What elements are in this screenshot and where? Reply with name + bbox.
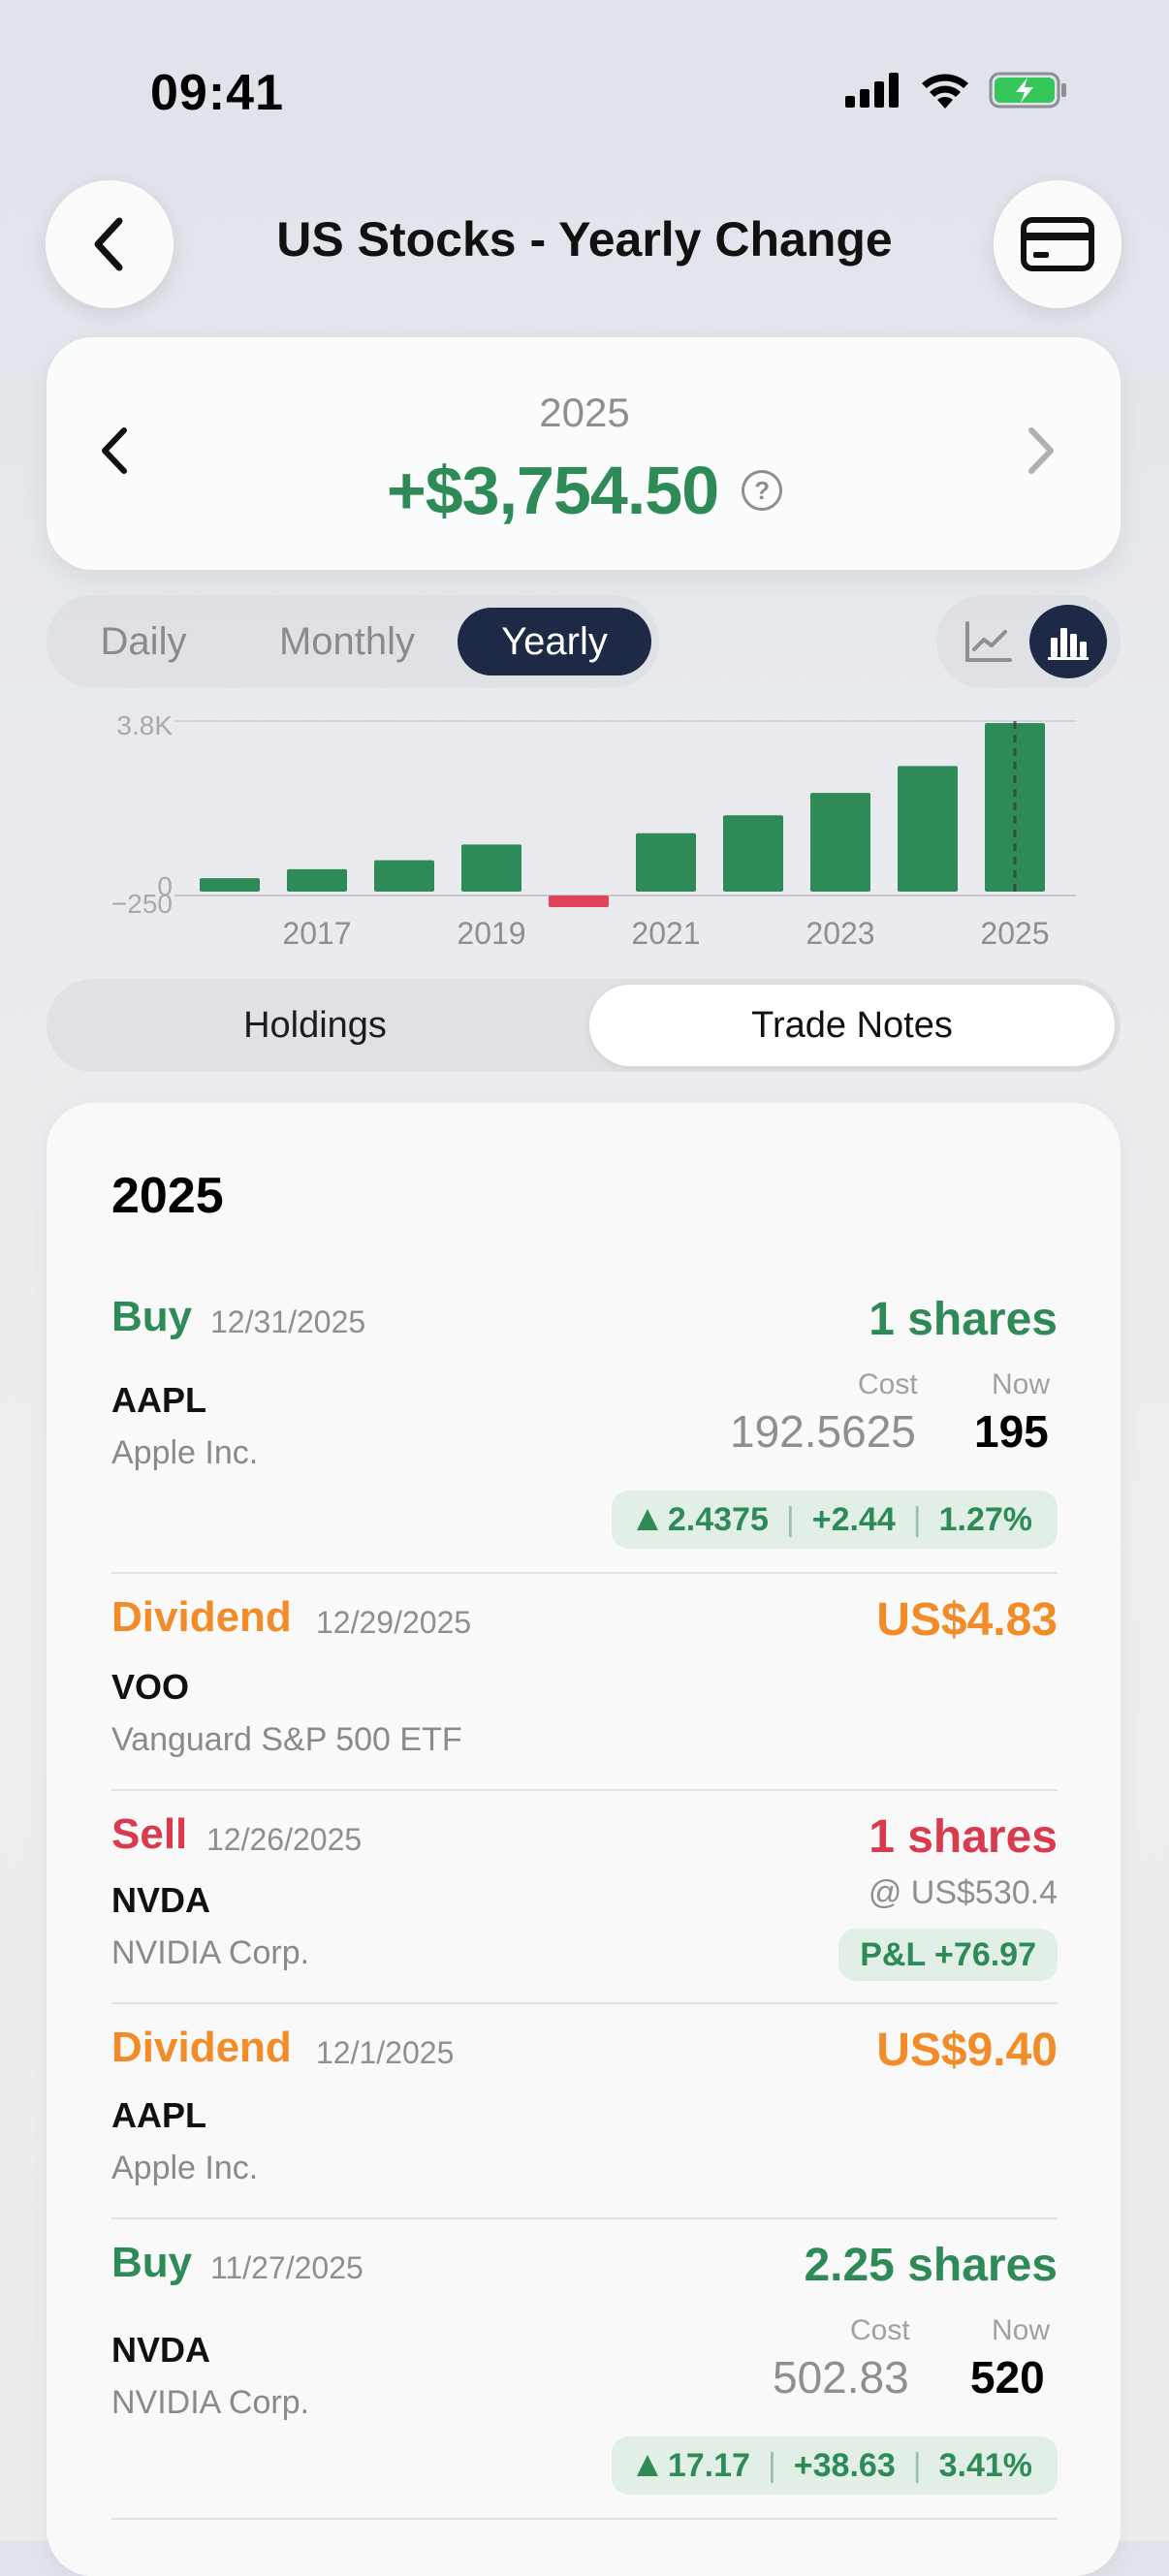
divider bbox=[111, 2217, 1058, 2219]
card-button[interactable] bbox=[994, 180, 1122, 308]
ticker: NVDA bbox=[111, 1880, 211, 1920]
divider bbox=[111, 1789, 1058, 1791]
cost-value: 192.5625 bbox=[730, 1406, 916, 1457]
ticker: AAPL bbox=[111, 2095, 206, 2135]
company-name: Vanguard S&P 500 ETF bbox=[111, 1721, 462, 1758]
change-pill: 17.17 | +38.63 | 3.41% bbox=[611, 2436, 1058, 2495]
transaction-type: Dividend bbox=[111, 2024, 292, 2071]
tab-monthly[interactable]: Monthly bbox=[250, 595, 444, 688]
company-name: NVIDIA Corp. bbox=[111, 1934, 310, 1971]
y-tick-label: −250 bbox=[111, 889, 173, 919]
pnl-change: +2.44 bbox=[811, 1500, 896, 1538]
list-item[interactable]: Buy 12/31/2025 AAPL Apple Inc. 1 shares … bbox=[111, 1293, 1058, 1555]
tab-trade-notes[interactable]: Trade Notes bbox=[589, 985, 1115, 1066]
ticker: VOO bbox=[111, 1667, 190, 1707]
bar-2018 bbox=[374, 860, 434, 892]
tab-yearly[interactable]: Yearly bbox=[458, 608, 651, 675]
line-chart-toggle[interactable] bbox=[962, 616, 1016, 667]
change-pill: 2.4375 | +2.44 | 1.27% bbox=[611, 1491, 1058, 1549]
company-name: Apple Inc. bbox=[111, 2150, 259, 2186]
divider bbox=[111, 1572, 1058, 1574]
now-label: Now bbox=[992, 2314, 1051, 2346]
transaction-type: Buy bbox=[111, 1293, 193, 1340]
period-selector: Daily Monthly Yearly bbox=[47, 595, 659, 688]
bar-2023 bbox=[810, 793, 870, 892]
bar-2024 bbox=[898, 766, 958, 892]
summary-amount: +$3,754.50 bbox=[386, 453, 719, 528]
list-item[interactable]: Sell 12/26/2025 NVDA NVIDIA Corp. 1 shar… bbox=[111, 1810, 1058, 1985]
tab-holdings[interactable]: Holdings bbox=[47, 979, 584, 1072]
list-item[interactable]: Dividend 12/1/2025 AAPL Apple Inc. US$9.… bbox=[111, 2024, 1058, 2188]
share-quantity: 1 shares bbox=[869, 1294, 1058, 1345]
status-icons bbox=[845, 72, 1068, 109]
list-year-heading: 2025 bbox=[111, 1168, 224, 1224]
bar-2017 bbox=[287, 868, 347, 892]
content-tabs: Holdings Trade Notes bbox=[47, 979, 1121, 1072]
ticker: AAPL bbox=[111, 1380, 206, 1420]
credit-card-icon bbox=[1021, 217, 1094, 271]
share-quantity: 2.25 shares bbox=[804, 2240, 1058, 2291]
company-name: Apple Inc. bbox=[111, 1434, 259, 1471]
pnl-change: +38.63 bbox=[793, 2446, 896, 2484]
bar-chart-icon bbox=[1048, 628, 1089, 660]
transaction-date: 12/26/2025 bbox=[206, 1822, 363, 1857]
bar-2020 bbox=[549, 895, 609, 907]
cost-label: Cost bbox=[858, 1368, 918, 1400]
transaction-type: Sell bbox=[111, 1810, 188, 1858]
pnl-pill: P&L +76.97 bbox=[838, 1929, 1058, 1981]
status-time: 09:41 bbox=[150, 65, 284, 121]
transaction-date: 12/29/2025 bbox=[316, 1605, 472, 1640]
battery-charging-icon bbox=[989, 72, 1066, 109]
wifi-icon bbox=[922, 74, 968, 109]
bar-2016 bbox=[200, 878, 260, 892]
chart-view-toggle bbox=[936, 595, 1121, 688]
ticker: NVDA bbox=[111, 2330, 211, 2370]
summary-year: 2025 bbox=[539, 390, 630, 435]
bar-2019 bbox=[461, 844, 521, 892]
chevron-right-icon bbox=[1028, 427, 1054, 474]
bar-2021 bbox=[636, 832, 696, 892]
x-tick-label: 2017 bbox=[282, 916, 351, 951]
x-tick-label: 2021 bbox=[631, 916, 700, 951]
percent-change: 3.41% bbox=[938, 2446, 1032, 2484]
divider bbox=[111, 2518, 1058, 2520]
transaction-type: Buy bbox=[111, 2239, 193, 2286]
list-item[interactable]: Dividend 12/29/2025 VOO Vanguard S&P 500… bbox=[111, 1593, 1058, 1758]
dividend-amount: US$9.40 bbox=[876, 2025, 1058, 2076]
cellular-signal-icon bbox=[845, 73, 899, 108]
percent-change: 1.27% bbox=[938, 1500, 1032, 1538]
tab-daily[interactable]: Daily bbox=[47, 595, 240, 688]
x-tick-label: 2019 bbox=[457, 916, 525, 951]
summary-amount-row: +$3,754.50 ? bbox=[0, 452, 1169, 529]
x-tick-label: 2023 bbox=[806, 916, 874, 951]
bar-2022 bbox=[723, 815, 783, 892]
company-name: NVIDIA Corp. bbox=[111, 2384, 310, 2421]
bar-chart-toggle[interactable] bbox=[1029, 605, 1107, 678]
dividend-amount: US$4.83 bbox=[876, 1594, 1058, 1646]
x-tick-label: 2025 bbox=[980, 916, 1049, 951]
up-triangle-icon bbox=[636, 1509, 658, 1530]
help-icon[interactable]: ? bbox=[742, 470, 783, 511]
price-change: 17.17 bbox=[667, 2446, 750, 2484]
share-quantity: 1 shares bbox=[869, 1811, 1058, 1863]
now-value: 520 bbox=[970, 2352, 1045, 2403]
line-chart-icon bbox=[965, 621, 1012, 662]
list-item[interactable]: Buy 11/27/2025 NVDA NVIDIA Corp. 2.25 sh… bbox=[111, 2239, 1058, 2500]
next-year-button[interactable] bbox=[1024, 424, 1058, 482]
now-value: 195 bbox=[974, 1406, 1049, 1457]
transaction-date: 11/27/2025 bbox=[210, 2250, 363, 2285]
price-change: 2.4375 bbox=[667, 1500, 769, 1538]
cost-value: 502.83 bbox=[773, 2352, 909, 2403]
sell-price: @ US$530.4 bbox=[868, 1874, 1058, 1911]
transaction-type: Dividend bbox=[111, 1593, 292, 1641]
cost-label: Cost bbox=[850, 2314, 910, 2346]
yearly-bar-chart: 3.8K0−2502017 2019 2021 2023 2025 bbox=[111, 710, 1076, 951]
divider bbox=[111, 2002, 1058, 2004]
up-triangle-icon bbox=[636, 2455, 658, 2476]
transaction-date: 12/31/2025 bbox=[210, 1304, 366, 1339]
transaction-date: 12/1/2025 bbox=[316, 2035, 455, 2070]
y-tick-label: 3.8K bbox=[116, 710, 173, 740]
now-label: Now bbox=[992, 1368, 1051, 1400]
